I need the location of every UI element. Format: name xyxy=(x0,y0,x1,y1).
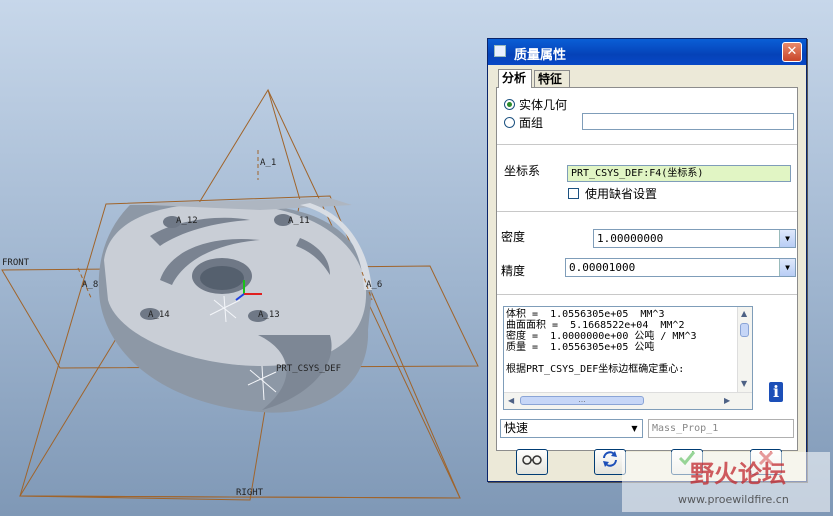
result-line: 曲面面积 = 5.1668522e+04 MM^2 xyxy=(506,320,685,331)
preview-button[interactable] xyxy=(516,449,548,475)
axis-a14-label: A_14 xyxy=(148,310,170,320)
feature-name-input[interactable]: Mass_Prop_1 xyxy=(648,419,794,438)
scroll-thumb[interactable]: … xyxy=(520,396,644,405)
close-button[interactable]: ✕ xyxy=(782,42,802,62)
separator xyxy=(497,294,797,295)
axis-a8-label: A_8 xyxy=(82,280,99,290)
scroll-left-icon[interactable]: ◀ xyxy=(508,396,514,405)
window-icon xyxy=(494,45,506,57)
density-label: 密度 xyxy=(501,230,526,244)
csys-label: PRT_CSYS_DEF xyxy=(276,364,342,374)
accuracy-label: 精度 xyxy=(501,264,526,278)
quilt-field[interactable] xyxy=(582,113,794,130)
glasses-icon xyxy=(522,455,542,465)
axis-a1-label: A_1 xyxy=(260,158,277,168)
use-default-checkbox[interactable] xyxy=(568,188,579,199)
quilt-radio[interactable] xyxy=(504,117,515,128)
axis-a11-label: A_11 xyxy=(288,216,310,226)
result-line: 质量 = 1.0556305e+05 公吨 xyxy=(506,342,655,353)
results-text: 体积 = 1.0556305e+05 MM^3 曲面面积 = 5.1668522e… xyxy=(506,309,697,375)
tab-feature[interactable]: 特征 xyxy=(534,70,570,87)
solid-geometry-radio[interactable] xyxy=(504,99,515,110)
watermark-url: www.proewildfire.cn xyxy=(678,493,789,506)
watermark-title: 野火论坛 xyxy=(690,460,786,488)
horizontal-scrollbar[interactable]: ◀ … ▶ xyxy=(504,392,752,409)
axis-a12-label: A_12 xyxy=(176,216,198,226)
chevron-down-icon[interactable]: ▼ xyxy=(627,420,642,437)
scroll-down-icon[interactable]: ▼ xyxy=(741,379,747,388)
axis-a6-label: A_6 xyxy=(366,280,383,290)
axis-a13-label: A_13 xyxy=(258,310,280,320)
result-line: 体积 = 1.0556305e+05 MM^3 xyxy=(506,309,665,320)
scroll-up-icon[interactable]: ▲ xyxy=(741,309,747,318)
dialog-title: 质量属性 xyxy=(514,48,567,63)
use-default-label: 使用缺省设置 xyxy=(585,187,658,201)
scroll-right-icon[interactable]: ▶ xyxy=(724,396,730,405)
mode-value: 快速 xyxy=(504,421,529,435)
density-value: 1.00000000 xyxy=(597,232,664,245)
chevron-down-icon[interactable]: ▼ xyxy=(779,259,795,276)
result-line: 根据PRT_CSYS_DEF坐标边框确定重心: xyxy=(506,364,685,375)
result-line xyxy=(506,353,697,364)
info-icon[interactable]: i xyxy=(769,382,783,402)
results-area[interactable]: 体积 = 1.0556305e+05 MM^3 曲面面积 = 5.1668522e… xyxy=(503,306,753,410)
separator xyxy=(497,144,797,145)
quilt-label: 面组 xyxy=(519,116,544,130)
accuracy-value: 0.00001000 xyxy=(569,261,636,274)
accuracy-input[interactable]: 0.00001000 ▼ xyxy=(565,258,796,277)
right-plane-label: RIGHT xyxy=(236,488,264,498)
part-model xyxy=(98,198,372,413)
mass-properties-dialog: 质量属性 ✕ 分析 特征 实体几何 面组 坐标系 PRT_CSYS_DEF:F4… xyxy=(487,38,807,482)
density-input[interactable]: 1.00000000 ▼ xyxy=(593,229,796,248)
csys-field[interactable]: PRT_CSYS_DEF:F4(坐标系) xyxy=(567,165,791,182)
refresh-icon xyxy=(603,451,617,467)
csys-field-label: 坐标系 xyxy=(504,164,541,178)
separator xyxy=(497,211,797,212)
dialog-title-bar[interactable]: 质量属性 ✕ xyxy=(488,39,806,65)
vertical-scrollbar[interactable]: ▲ ▼ xyxy=(737,307,752,393)
front-plane-label: FRONT xyxy=(2,258,30,268)
chevron-down-icon[interactable]: ▼ xyxy=(779,230,795,247)
solid-geometry-label: 实体几何 xyxy=(519,98,568,112)
scroll-thumb[interactable] xyxy=(740,323,749,337)
mode-select[interactable]: 快速 ▼ xyxy=(500,419,643,438)
tab-analysis[interactable]: 分析 xyxy=(498,69,532,88)
result-line: 密度 = 1.0000000e+00 公吨 / MM^3 xyxy=(506,331,697,342)
analysis-panel: 实体几何 面组 坐标系 PRT_CSYS_DEF:F4(坐标系) 使用缺省设置 … xyxy=(496,87,798,451)
